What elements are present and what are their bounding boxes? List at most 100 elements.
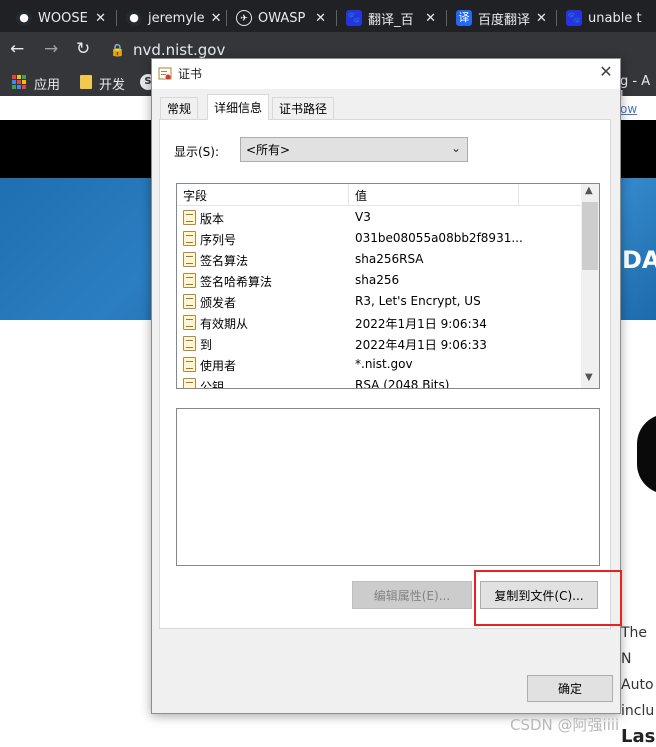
- field-value: sha256: [355, 273, 400, 287]
- field-name: 颁发者: [200, 296, 237, 310]
- tab-separator: [446, 10, 447, 26]
- field-icon: [183, 231, 196, 246]
- dialog-titlebar[interactable]: [152, 59, 620, 89]
- github-icon: ●: [126, 10, 142, 26]
- field-icon: [183, 210, 196, 225]
- field-icon: [183, 357, 196, 372]
- scroll-up-icon[interactable]: ▲: [585, 185, 593, 196]
- show-select-value: <所有>: [246, 143, 291, 157]
- details-panel: 显示(S): <所有> ⌄ 字段 值 版本 V3 序列号 031be08055a…: [159, 119, 611, 629]
- browser-tab[interactable]: 🐾 翻译_百 ✕: [338, 4, 444, 32]
- list-item[interactable]: 序列号 031be08055a08bb2f8931...: [177, 228, 581, 249]
- page-paragraph: The N Auto inclu: [621, 620, 656, 724]
- browser-tab[interactable]: ✈ OWASP ✕: [228, 4, 334, 32]
- field-value: sha256RSA: [355, 252, 424, 266]
- tab-label: unable t: [588, 10, 642, 26]
- paragraph-line: inclu: [621, 703, 655, 719]
- field-name: 使用者: [200, 359, 237, 373]
- bookmark-dev[interactable]: 开发: [99, 74, 125, 93]
- field-value: 2022年4月1日 9:06:33: [355, 338, 487, 352]
- fields-list[interactable]: 字段 值 版本 V3 序列号 031be08055a08bb2f8931... …: [176, 183, 600, 389]
- field-name: 版本: [200, 212, 225, 226]
- dialog-title: 证书: [178, 67, 203, 81]
- browser-tab[interactable]: 译 百度翻译 ✕: [448, 4, 554, 32]
- list-item[interactable]: 版本 V3: [177, 207, 581, 228]
- folder-icon: [80, 75, 92, 89]
- apps-icon[interactable]: [12, 75, 26, 89]
- field-value: 2022年1月1日 9:06:34: [355, 317, 487, 331]
- tab-label: 翻译_百: [368, 12, 414, 28]
- close-tab-icon[interactable]: ✕: [425, 11, 436, 26]
- field-name: 签名哈希算法: [200, 275, 273, 289]
- scrollbar-thumb[interactable]: [582, 202, 598, 270]
- field-value: R3, Let's Encrypt, US: [355, 294, 481, 308]
- forward-icon[interactable]: →: [44, 39, 58, 59]
- show-select[interactable]: <所有> ⌄: [240, 137, 468, 162]
- watermark: CSDN @阿强iiii: [510, 716, 620, 734]
- paragraph-line: The N: [621, 625, 648, 667]
- field-name: 公钥: [200, 380, 225, 389]
- reload-icon[interactable]: ↻: [76, 39, 90, 59]
- field-name: 有效期从: [200, 317, 249, 331]
- column-divider[interactable]: [348, 184, 349, 206]
- tab-label: 百度翻译: [478, 12, 531, 28]
- show-label: 显示(S):: [174, 145, 220, 159]
- field-icon: [183, 336, 196, 351]
- baidu-icon: 🐾: [346, 10, 362, 26]
- list-item[interactable]: 有效期从 2022年1月1日 9:06:34: [177, 312, 581, 333]
- scroll-down-icon[interactable]: ▼: [585, 372, 593, 383]
- tab-general[interactable]: 常规: [160, 97, 199, 119]
- chevron-down-icon: ⌄: [450, 141, 461, 155]
- field-value: *.nist.gov: [355, 357, 413, 371]
- column-header-field[interactable]: 字段: [183, 187, 207, 204]
- field-value: 031be08055a08bb2f8931...: [355, 231, 523, 245]
- tab-separator: [226, 10, 227, 26]
- browser-tab[interactable]: 🐾 unable t: [558, 4, 656, 32]
- field-icon: [183, 273, 196, 288]
- close-tab-icon[interactable]: ✕: [536, 11, 547, 26]
- certificate-icon: [158, 67, 172, 80]
- list-item[interactable]: 签名哈希算法 sha256: [177, 270, 581, 291]
- field-value: V3: [355, 210, 371, 224]
- list-item[interactable]: 到 2022年4月1日 9:06:33: [177, 333, 581, 354]
- tab-details[interactable]: 详细信息: [207, 94, 270, 120]
- field-icon: [183, 294, 196, 309]
- back-icon[interactable]: ←: [10, 39, 24, 59]
- field-name: 序列号: [200, 233, 237, 247]
- fanyi-icon: 译: [456, 10, 472, 26]
- field-icon: [183, 378, 196, 388]
- tab-label: WOOSE: [38, 10, 88, 26]
- paragraph-line: Auto: [621, 677, 654, 693]
- ok-button[interactable]: 确定: [527, 675, 613, 702]
- close-tab-icon[interactable]: ✕: [315, 11, 326, 26]
- field-icon: [183, 252, 196, 267]
- owasp-icon: ✈: [236, 10, 252, 26]
- tab-label: OWASP: [258, 10, 306, 26]
- tab-label: jeremyle: [148, 10, 205, 26]
- field-detail-textbox[interactable]: [176, 408, 600, 566]
- lock-icon: 🔒: [110, 43, 125, 57]
- highlight-annotation: [474, 570, 622, 626]
- list-item[interactable]: 颁发者 R3, Let's Encrypt, US: [177, 291, 581, 312]
- bookmark-partial-text[interactable]: g - A l: [620, 74, 656, 104]
- close-icon[interactable]: ✕: [596, 62, 616, 81]
- browser-tab[interactable]: ● WOOSE ✕: [8, 4, 114, 32]
- list-item[interactable]: 使用者 *.nist.gov: [177, 354, 581, 375]
- browser-tab[interactable]: ● jeremyle ✕: [118, 4, 224, 32]
- list-header: 字段 值: [177, 184, 581, 206]
- close-tab-icon[interactable]: ✕: [211, 11, 222, 26]
- list-item[interactable]: 公钥 RSA (2048 Bits): [177, 375, 581, 389]
- close-tab-icon[interactable]: ✕: [95, 11, 106, 26]
- edit-properties-button[interactable]: 编辑属性(E)...: [352, 581, 472, 609]
- column-header-value[interactable]: 值: [355, 187, 367, 204]
- browser-tab-bar: ● WOOSE ✕ ● jeremyle ✕ ✈ OWASP ✕ 🐾 翻译_百 …: [0, 0, 656, 32]
- column-divider[interactable]: [518, 184, 519, 206]
- list-item[interactable]: 签名算法 sha256RSA: [177, 249, 581, 270]
- banner-text: DAT: [622, 246, 656, 274]
- field-name: 签名算法: [200, 254, 249, 268]
- url-text: nvd.nist.gov: [132, 41, 226, 59]
- site-graphic: [637, 414, 656, 494]
- bookmark-apps[interactable]: 应用: [34, 74, 60, 93]
- tab-cert-path[interactable]: 证书路径: [272, 97, 335, 119]
- tab-separator: [556, 10, 557, 26]
